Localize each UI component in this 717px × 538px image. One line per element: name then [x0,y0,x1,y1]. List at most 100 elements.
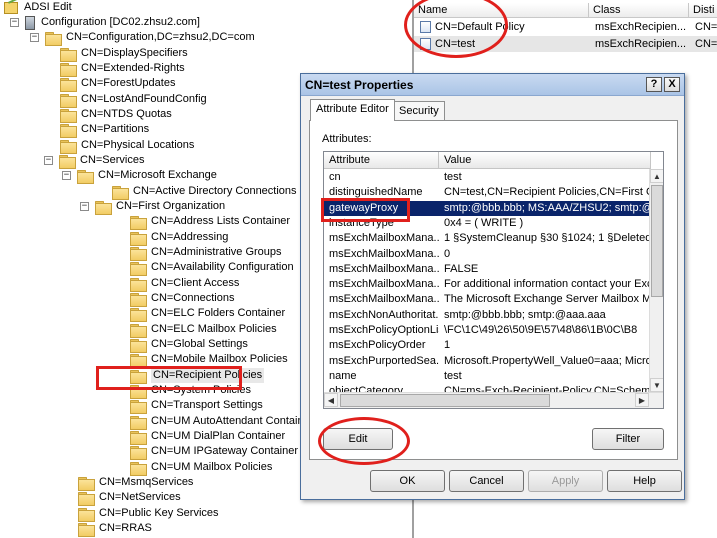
tree-item-label: CN=RRAS [99,522,152,534]
folder-icon [130,246,147,261]
tree-item[interactable]: CN=Public Key Services [62,506,219,522]
attribute-value: For additional information contact your … [444,278,650,291]
ok-button[interactable]: OK [370,470,445,492]
tab-security[interactable]: Security [393,101,445,121]
attribute-row[interactable]: msExchPolicyOptionList \FC\1C\49\26\50\9E… [324,323,650,338]
collapse-toggle-icon[interactable]: − [80,202,89,211]
list-item-class: msExchRecipien... [595,38,687,50]
tree-item[interactable]: CN=Administrative Groups [114,245,282,261]
attribute-name: msExchMailboxMana... [329,278,439,291]
tab-attribute-editor[interactable]: Attribute Editor [310,99,395,121]
tree-item[interactable]: CN=Client Access [114,276,239,292]
tree-item[interactable]: CN=Addressing [114,230,228,246]
column-header-class[interactable]: Class [589,3,689,18]
dialog-title-bar[interactable]: CN=test Properties ? X [301,74,684,96]
tree-item[interactable]: CN=Transport Settings [114,398,263,414]
scroll-right-icon[interactable]: ▶ [635,393,649,407]
collapse-toggle-icon[interactable]: − [10,18,19,27]
close-button[interactable]: X [664,77,680,92]
attribute-row[interactable]: msExchNonAuthoritat... smtp:@bbb.bbb; smt… [324,308,650,323]
tree-item[interactable]: CN=UM Mailbox Policies [114,460,272,476]
folder-icon [60,93,77,108]
apply-button[interactable]: Apply [528,470,603,492]
tree-item[interactable]: CN=LostAndFoundConfig [44,92,207,108]
folder-icon [130,231,147,246]
attribute-row[interactable]: cn test [324,170,650,185]
help-button[interactable]: Help [607,470,682,492]
vertical-scrollbar[interactable]: ▲ ▼ [649,169,663,392]
tree-item[interactable]: CN=ELC Folders Container [114,306,285,322]
tree-item[interactable]: ADSI Edit [4,0,72,15]
tree-item[interactable]: CN=UM DialPlan Container [114,429,285,445]
attribute-value: test [444,369,462,382]
list-item-dn: CN= [695,21,717,33]
attribute-list[interactable]: Attribute Value cn test distinguishedName C… [323,151,664,409]
attribute-row[interactable]: msExchPolicyOrder 1 [324,338,650,353]
tree-item[interactable]: − CN=First Organization [80,199,225,215]
attribute-row[interactable]: msExchMailboxMana... 1 §SystemCleanup §30… [324,231,650,246]
tree-item[interactable]: CN=Global Settings [114,337,248,353]
folder-icon [60,123,77,138]
horizontal-scrollbar[interactable]: ◀ ▶ [324,392,663,408]
tree-item[interactable]: CN=Extended-Rights [44,61,185,77]
list-item-class: msExchRecipien... [595,21,687,33]
tree-item-label: CN=Physical Locations [81,139,195,151]
attribute-row[interactable]: name test [324,369,650,384]
tree-item[interactable]: − Configuration [DC02.zhsu2.com] [10,15,200,30]
tree-item[interactable]: CN=UM AutoAttendant Container [114,414,313,430]
collapse-toggle-icon[interactable]: − [62,171,71,180]
scroll-left-icon[interactable]: ◀ [324,393,338,407]
attribute-row[interactable]: msExchMailboxMana... The Microsoft Exchan… [324,292,650,307]
tree-item[interactable]: CN=NTDS Quotas [44,107,172,123]
attribute-row[interactable]: msExchMailboxMana... FALSE [324,262,650,277]
tree-item-label: Configuration [DC02.zhsu2.com] [41,16,200,28]
collapse-toggle-icon[interactable]: − [30,33,39,42]
tree-item[interactable]: CN=NetServices [62,490,181,506]
attribute-row[interactable]: msExchMailboxMana... For additional infor… [324,277,650,292]
tree-item[interactable]: CN=Mobile Mailbox Policies [114,352,288,368]
filter-button[interactable]: Filter [592,428,664,450]
tree-item[interactable]: CN=ForestUpdates [44,76,176,92]
tree-item[interactable]: CN=DisplaySpecifiers [44,46,188,62]
tree-item[interactable]: CN=Partitions [44,122,149,138]
cancel-button[interactable]: Cancel [449,470,524,492]
tree-item-label: CN=ForestUpdates [81,77,176,89]
tree-item[interactable]: CN=Active Directory Connections [96,184,297,200]
folder-icon [78,476,95,491]
tree-item-label: CN=Active Directory Connections [133,185,297,197]
attribute-value: \FC\1C\49\26\50\9E\57\48\86\1B\0C\B8 [444,324,638,336]
attribute-row[interactable]: msExchMailboxMana... 0 [324,247,650,262]
scroll-thumb[interactable] [651,185,663,297]
tree-item-label: CN=Administrative Groups [151,246,282,258]
help-title-button[interactable]: ? [646,77,662,92]
tree-item[interactable]: CN=ELC Mailbox Policies [114,322,277,338]
folder-icon [130,445,147,460]
tree-item[interactable]: CN=RRAS [62,521,152,537]
tree-item[interactable]: CN=Availability Configuration [114,260,294,276]
column-header-attribute[interactable]: Attribute [324,152,439,169]
tree-item-label: CN=Global Settings [151,338,248,350]
attribute-name: msExchPolicyOrder [329,339,426,352]
tree-item[interactable]: CN=UM IPGateway Container [114,444,298,460]
tree-item[interactable]: CN=Physical Locations [44,138,195,154]
attribute-name: msExchMailboxMana... [329,293,439,306]
scroll-down-icon[interactable]: ▼ [650,378,663,392]
tree-item-label: CN=Microsoft Exchange [98,169,217,181]
scroll-up-icon[interactable]: ▲ [650,169,663,183]
column-header-distinguished-name[interactable]: Disti [689,3,717,18]
folder-icon [130,277,147,292]
tree-item[interactable]: CN=MsmqServices [62,475,193,491]
column-header-value[interactable]: Value [439,152,651,169]
tree-item[interactable]: CN=Connections [114,291,234,307]
folder-icon [77,169,94,184]
tree-item[interactable]: − CN=Services [44,153,145,169]
hscroll-thumb[interactable] [340,394,550,407]
attribute-row[interactable]: msExchPurportedSea... Microsoft.PropertyW… [324,354,650,369]
folder-icon [112,185,129,200]
tree-item[interactable]: − CN=Microsoft Exchange [62,168,217,184]
tree-item[interactable]: − CN=Configuration,DC=zhsu2,DC=com [30,30,255,46]
server-icon [25,15,35,30]
collapse-toggle-icon[interactable]: − [44,156,53,165]
tree-item[interactable]: CN=Address Lists Container [114,214,290,230]
folder-icon [59,154,76,169]
